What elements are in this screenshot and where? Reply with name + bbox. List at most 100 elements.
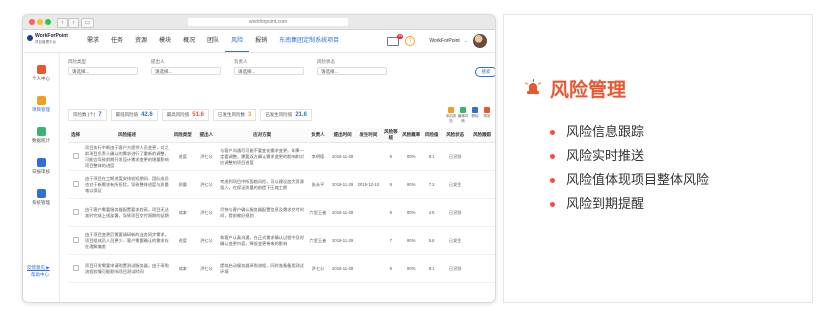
message-icon[interactable]: 99	[387, 33, 404, 46]
help-icon[interactable]: ?	[405, 36, 416, 46]
filter-select[interactable]: 请选择...	[151, 67, 221, 75]
sidebar-item-2[interactable]: 数据统计	[23, 127, 59, 144]
menu-item-4[interactable]: 概况	[177, 30, 201, 52]
table-cell: 2019-11-29	[329, 254, 356, 283]
table-cell: 洪七公	[194, 170, 219, 199]
table-cell	[355, 142, 382, 171]
menu-item-2[interactable]: 资源	[129, 30, 153, 52]
filter-select[interactable]: 请选择...	[234, 67, 304, 75]
filter-select[interactable]: 请选择...	[317, 67, 387, 75]
risk-stats: 风险数 (个) 7 最低风险值 42.6 最高风险值 51.6 已发生风险数 3 已发生风险值 2…	[68, 109, 316, 121]
menu-item-7[interactable]: 报销	[249, 30, 273, 52]
search-button[interactable]: 搜索	[475, 67, 495, 77]
minimize-window-icon[interactable]	[37, 19, 43, 25]
menu-item-5[interactable]: 团队	[201, 30, 225, 52]
column-header[interactable]: 风险等级	[381, 128, 401, 143]
column-header[interactable]: 风险状态	[441, 128, 470, 143]
address-bar[interactable]: workforpoint.com	[188, 18, 348, 26]
toolbar-button[interactable]: 删除	[469, 107, 481, 124]
sidebar-toggle-icon[interactable]: ▭	[81, 18, 94, 28]
table-cell: 9	[381, 198, 401, 227]
column-header[interactable]: 选择	[68, 128, 84, 143]
row-checkbox[interactable]	[72, 180, 79, 187]
feedback-link[interactable]: 反馈意见 ▶	[27, 265, 50, 271]
toolbar-button[interactable]: 添加风险	[445, 107, 457, 124]
avatar[interactable]	[473, 34, 487, 48]
column-header[interactable]: 提出人	[194, 128, 219, 143]
table-cell: 8.1	[421, 142, 442, 171]
main-menu: 需求 任务 资源 模块 概况 团队 风险 报销 东南集团定制系统项目	[81, 30, 345, 52]
back-icon[interactable]: ‹	[57, 18, 68, 28]
close-window-icon[interactable]	[29, 19, 35, 25]
sidebar-item-icon	[36, 158, 46, 167]
table-row[interactable]: 由于客户需要服务器配置要求较高，项目无法准时完成上线部署，导致项目交付周期的延期…	[68, 198, 495, 227]
column-header[interactable]: 负责人	[306, 128, 330, 143]
table-cell: 与客户沟通尽可能不要变化需求变更。如果一定要调整，需要双方确认需求变更的影响和对…	[218, 142, 307, 171]
feature-item: 风险信息跟踪	[548, 120, 709, 144]
row-checkbox[interactable]	[72, 264, 79, 271]
risk-table: 选择 风险描述 风险类型 提出人 应对方案 负责人 提出时间 发生时间 风险等级 风险概率 风险值风…	[68, 128, 495, 283]
username[interactable]: WorkForPoint	[429, 38, 459, 44]
table-cell: 7	[381, 226, 401, 255]
column-header[interactable]: 提出时间	[329, 128, 356, 143]
toolbar-icon	[460, 107, 466, 113]
app-logo[interactable]: WorkForPoint 项目管理平台	[27, 33, 68, 49]
toolbar-icon	[484, 107, 490, 113]
logo-title: WorkForPoint	[35, 33, 68, 39]
table-cell: 2019-11-29	[329, 170, 356, 199]
toolbar-button[interactable]: 编辑详情	[457, 107, 469, 124]
sidebar-item-icon	[36, 127, 46, 136]
menu-item-1[interactable]: 任务	[105, 30, 129, 52]
table-row[interactable]: 由于项目在工期进度安排较短期间，团队成员也对于新需求有所担忧，导致整体进度与质量…	[68, 170, 495, 199]
row-checkbox[interactable]	[72, 236, 79, 243]
table-cell: 80%	[400, 170, 422, 199]
table-row[interactable]: 项目执行中断由于客户方提供人员变更，对之前项目负责人确认的需求进行了重新的调整，…	[68, 142, 495, 171]
table-cell: 提前启动服务器采购流程，同时准备备用测试环境	[218, 254, 307, 283]
table-row[interactable]: 项目开发需要申请购置测试服务器，由于采购流程较慢可能影响项目测试时间 成本 洪七公提…	[68, 254, 495, 283]
column-header[interactable]: 风险值	[421, 128, 442, 143]
row-checkbox[interactable]	[72, 208, 79, 215]
toolbar-button[interactable]: 禁用	[481, 107, 493, 124]
menu-item-0[interactable]: 需求	[81, 30, 105, 52]
table-cell: 80%	[400, 226, 422, 255]
sidebar-item-label: 日报审核	[32, 169, 50, 174]
table-cell: 由于项目在工期进度安排较短期间，团队成员也对于新需求有所担忧，导致整体进度与质量…	[83, 170, 171, 199]
sidebar-item-1[interactable]: 项目管理	[23, 96, 59, 113]
sidebar-item-3[interactable]: 日报审核	[23, 158, 59, 175]
column-header[interactable]: 风险类型	[170, 128, 195, 143]
stat-card: 最低风险值 42.6	[110, 109, 158, 121]
column-header[interactable]: 风险跟踪	[469, 128, 495, 143]
table-cell: 已识别	[441, 142, 470, 171]
table-cell: 洪七公	[194, 254, 219, 283]
sidebar-item-4[interactable]: 系统管理	[23, 189, 59, 206]
table-cell: 已发生	[441, 170, 470, 199]
stat-label: 最高风险值	[166, 112, 190, 117]
toolbar-label: 编辑详情	[457, 114, 469, 123]
menu-item-6[interactable]: 风险	[225, 30, 250, 52]
column-header[interactable]: 发生时间	[355, 128, 382, 143]
sidebar-item-0[interactable]: 个人中心	[23, 65, 59, 82]
column-header[interactable]: 风险描述	[83, 128, 171, 143]
help-center-link[interactable]: 帮助中心	[31, 272, 49, 278]
table-cell: 洪七公	[306, 254, 330, 283]
column-header[interactable]: 应对方案	[218, 128, 307, 143]
column-header[interactable]: 风险概率	[400, 128, 422, 143]
filter-select[interactable]: 请选择...	[68, 67, 138, 75]
table-cell	[469, 226, 495, 255]
project-selector[interactable]: 东南集团定制系统项目	[273, 30, 345, 52]
maximize-window-icon[interactable]	[45, 19, 51, 25]
menu-item-3[interactable]: 模块	[153, 30, 177, 52]
stat-label: 已发生风险值	[265, 112, 293, 117]
stat-card: 最高风险值 51.6	[161, 109, 209, 121]
table-cell: 质量	[170, 170, 195, 199]
toolbar-icon	[448, 107, 454, 113]
table-cell: 项目执行中断由于客户方提供人员变更，对之前项目负责人确认的需求进行了重新的调整，…	[83, 142, 171, 171]
sidebar-item-label: 项目管理	[32, 107, 50, 112]
forward-icon[interactable]: ›	[68, 18, 79, 28]
stat-value: 7	[98, 112, 102, 118]
table-cell: 进度	[170, 226, 195, 255]
table-row[interactable]: 由于项目变更后需要调研新的业务同步需求，项目组成员人员更少，客户需要确认的需求存…	[68, 226, 495, 255]
row-checkbox[interactable]	[72, 152, 79, 159]
chevron-down-icon[interactable]: ⌄	[464, 38, 468, 44]
toolbar-icon	[472, 107, 478, 113]
